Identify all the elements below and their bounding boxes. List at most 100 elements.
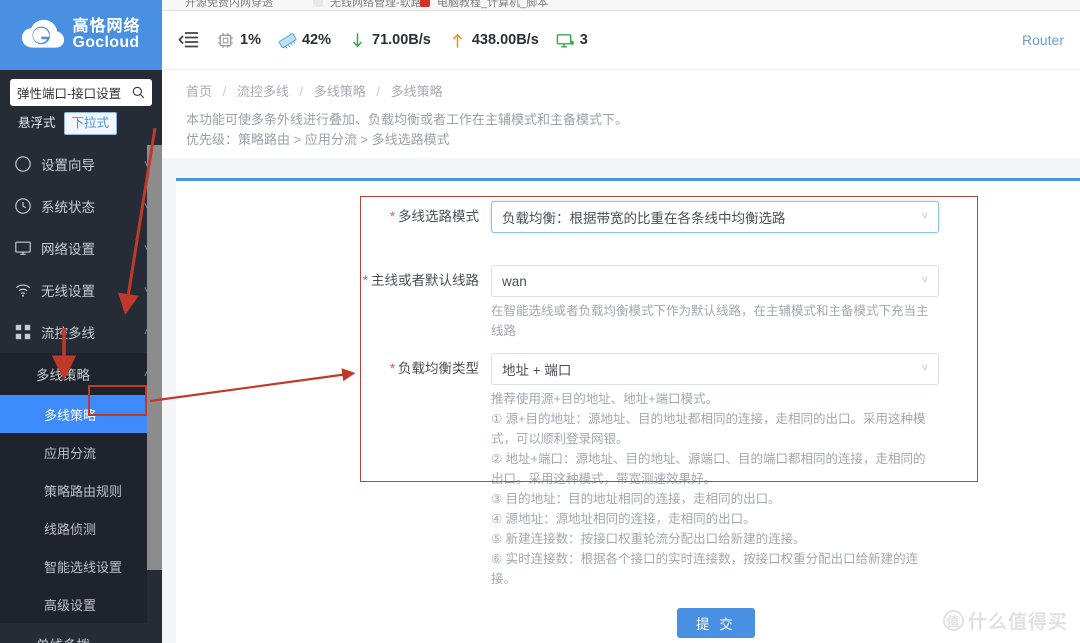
sidebar-item-label: 线路侦测 [44, 521, 97, 537]
sidebar-item-multiline-policy[interactable]: 多线策略 [0, 395, 162, 433]
monitor-icon [15, 241, 31, 255]
sidebar-item-policy-route-rules[interactable]: 策略路由规则 [0, 471, 162, 509]
sidebar-item-line-detection[interactable]: 线路侦测 [0, 509, 162, 547]
hint-line: 线路 [491, 324, 517, 338]
sidebar-scrollbar-thumb[interactable] [147, 145, 162, 570]
bookmark-item[interactable]: 无线网络管理-软路 [330, 0, 422, 10]
hint-line: 推荐使用源+目的地址、地址+端口模式。 [491, 392, 719, 406]
hint-line: 接。 [491, 572, 517, 586]
menu-style-dropdown[interactable]: 下拉式 [63, 112, 118, 135]
download-value: 71.00B/s [372, 32, 431, 48]
sidebar-item-label: 多线策略 [44, 407, 97, 423]
brand-logo[interactable]: 高恪网络 Gocloud [0, 0, 162, 70]
submit-row: 提 交 [677, 608, 755, 638]
sidebar-item-system-status[interactable]: 系统状态 ˅ [0, 185, 162, 227]
chevron-down-icon: ˅ [921, 211, 928, 223]
default-line-hint: 在智能选线或者负载均衡模式下作为默认线路，在主辅模式和主备模式下充当主 线路 [491, 297, 939, 341]
search-input[interactable]: 弹性端口-接口设置 [17, 83, 132, 102]
sidebar-item-wireless-settings[interactable]: 无线设置 ˅ [0, 269, 162, 311]
top-bar: 1% 42% 71.00B/s 438.00B/s 3 Router [162, 11, 1080, 70]
status-memory: 42% [278, 31, 331, 50]
watermark-mark: 值 [942, 610, 964, 631]
form-spacer [176, 341, 1080, 353]
sidebar-item-label: 单线多拨 [36, 634, 150, 643]
bookmark-item[interactable]: 电脑教程_计算机_脚本 [437, 0, 548, 10]
form-row-lb-type: * 负载均衡类型 地址 + 端口 ˅ 推荐使用源+目的地址、地址+端口模式。 ① … [176, 353, 1080, 589]
clock-icon [15, 198, 31, 214]
sidebar-item-label: 应用分流 [44, 445, 97, 461]
sidebar-subgroup-header[interactable]: 多线策略 ˄ [0, 353, 162, 395]
routing-mode-select[interactable]: 负载均衡：根据带宽的比重在各条线中均衡选路 ˅ [491, 201, 939, 233]
hint-line: ⑤ 新建连接数：按接口权重轮流分配出口给新建的连接。 [491, 532, 806, 546]
required-marker: * [389, 361, 395, 376]
sidebar-item-advanced-settings[interactable]: 高级设置 [0, 585, 162, 623]
sidebar-search-wrapper: 弹性端口-接口设置 [0, 70, 162, 112]
page-description-line-2: 优先级：策略路由 > 应用分流 > 多线选路模式 [186, 132, 450, 147]
sidebar-item-label: 流控多线 [41, 326, 95, 341]
menu-style-floating[interactable]: 悬浮式 [10, 112, 64, 135]
page-description-line-1: 本功能可使多条外线进行叠加、负载均衡或者工作在主辅模式和主备模式下。 [186, 112, 629, 127]
router-account-link[interactable]: Router [1022, 32, 1064, 48]
breadcrumb-separator: / [222, 84, 227, 99]
cloud-logo-icon [21, 19, 65, 51]
browser-bookmark-bar: 开源免费内网穿透 无线网络管理-软路 电脑教程_计算机_脚本 [0, 0, 1080, 11]
lb-type-select[interactable]: 地址 + 端口 ˅ [491, 353, 939, 385]
upload-value: 438.00B/s [471, 32, 539, 48]
upload-arrow-icon [452, 32, 462, 48]
sidebar-item-label: 策略路由规则 [44, 483, 123, 499]
form-row-default-line: * 主线或者默认线路 wan ˅ 在智能选线或者负载均衡模式下作为默认线路，在主辅… [176, 265, 1080, 341]
application-window: 开源免费内网穿透 无线网络管理-软路 电脑教程_计算机_脚本 高恪网络 Gocl… [0, 0, 1080, 643]
collapse-menu-icon[interactable] [178, 29, 200, 51]
breadcrumb-item-current: 多线策略 [390, 84, 443, 99]
device-monitor-icon [556, 33, 574, 47]
hint-line: 出口。采用这种模式，带宽测速效果好。 [491, 472, 717, 486]
sidebar-item-label: 网络设置 [41, 242, 95, 257]
field-label-default-line: * 主线或者默认线路 [362, 273, 479, 288]
lb-type-value: 地址 + 端口 [502, 363, 572, 378]
form-spacer [176, 233, 1080, 265]
hint-line: ⑥ 实时连接数：根据各个接口的实时连接数，按接口权重分配出口给新建的连 [491, 552, 919, 566]
field-control-default-line: wan ˅ 在智能选线或者负载均衡模式下作为默认线路，在主辅模式和主备模式下充当… [491, 265, 939, 341]
memory-icon [278, 32, 297, 49]
wifi-icon [15, 284, 31, 297]
hint-line: 式，可以顺利登录网银。 [491, 432, 629, 446]
sidebar-item-smart-line-settings[interactable]: 智能选线设置 [0, 547, 162, 585]
bookmark-favicon [420, 0, 430, 7]
sidebar-search-box[interactable]: 弹性端口-接口设置 [10, 79, 152, 106]
brand-logo-text: 高恪网络 Gocloud [72, 18, 140, 52]
bookmark-item[interactable]: 开源免费内网穿透 [185, 0, 273, 10]
field-control-lb-type: 地址 + 端口 ˅ 推荐使用源+目的地址、地址+端口模式。 ① 源+目的地址：源… [491, 353, 939, 589]
breadcrumb-item-home[interactable]: 首页 [186, 84, 212, 99]
sidebar-item-single-line-multidial[interactable]: 单线多拨 [0, 623, 162, 643]
sidebar-subgroup-multiline-policy: 多线策略 ˄ 多线策略 应用分流 策略路由规则 线路侦测 智能选线设置 [0, 353, 162, 623]
breadcrumb-item-traffic[interactable]: 流控多线 [237, 84, 289, 99]
search-icon [132, 86, 145, 99]
breadcrumb-item-policy[interactable]: 多线策略 [314, 84, 366, 99]
menu-style-toggle: 悬浮式 下拉式 [0, 112, 162, 143]
memory-value: 42% [301, 32, 331, 48]
sidebar-nav: ^ 设置向导 ˅ 系统状态 ˅ [0, 143, 162, 643]
field-control-routing-mode: 负载均衡：根据带宽的比重在各条线中均衡选路 ˅ [491, 201, 939, 233]
submit-button[interactable]: 提 交 [677, 608, 755, 638]
default-line-select[interactable]: wan ˅ [491, 265, 939, 297]
form-row-routing-mode: * 多线选路模式 负载均衡：根据带宽的比重在各条线中均衡选路 ˅ [176, 201, 1080, 233]
sidebar-item-setup-wizard[interactable]: 设置向导 ˅ [0, 143, 162, 185]
sidebar-item-label: 智能选线设置 [44, 559, 123, 575]
status-cpu: 1% [216, 31, 261, 50]
required-marker: * [389, 209, 395, 224]
hint-line: ① 源+目的地址：源地址、目的地址都相同的连接，走相同的出口。采用这种模 [491, 412, 926, 426]
required-marker: * [362, 273, 368, 288]
page-description: 本功能可使多条外线进行叠加、负载均衡或者工作在主辅模式和主备模式下。 优先级：策… [186, 110, 1080, 150]
hint-line: 在智能选线或者负载均衡模式下作为默认线路，在主辅模式和主备模式下充当主 [491, 304, 929, 318]
hint-line: ④ 源地址：源地址相同的连接，走相同的出口。 [491, 512, 756, 526]
field-label-lb-type: * 负载均衡类型 [389, 361, 479, 376]
breadcrumb: 首页 / 流控多线 / 多线策略 / 多线策略 [186, 83, 1080, 101]
sidebar-item-label: 系统状态 [41, 200, 95, 215]
breadcrumb-separator: / [299, 84, 304, 99]
sidebar-item-traffic-multiline[interactable]: 流控多线 ˄ [0, 311, 162, 353]
grid-icon [15, 324, 31, 340]
watermark: 值 什么值得买 [942, 607, 1068, 634]
sidebar-item-app-routing[interactable]: 应用分流 [0, 433, 162, 471]
sidebar-item-network-settings[interactable]: 网络设置 ˅ [0, 227, 162, 269]
lb-type-hint: 推荐使用源+目的地址、地址+端口模式。 ① 源+目的地址：源地址、目的地址都相同… [491, 385, 939, 589]
